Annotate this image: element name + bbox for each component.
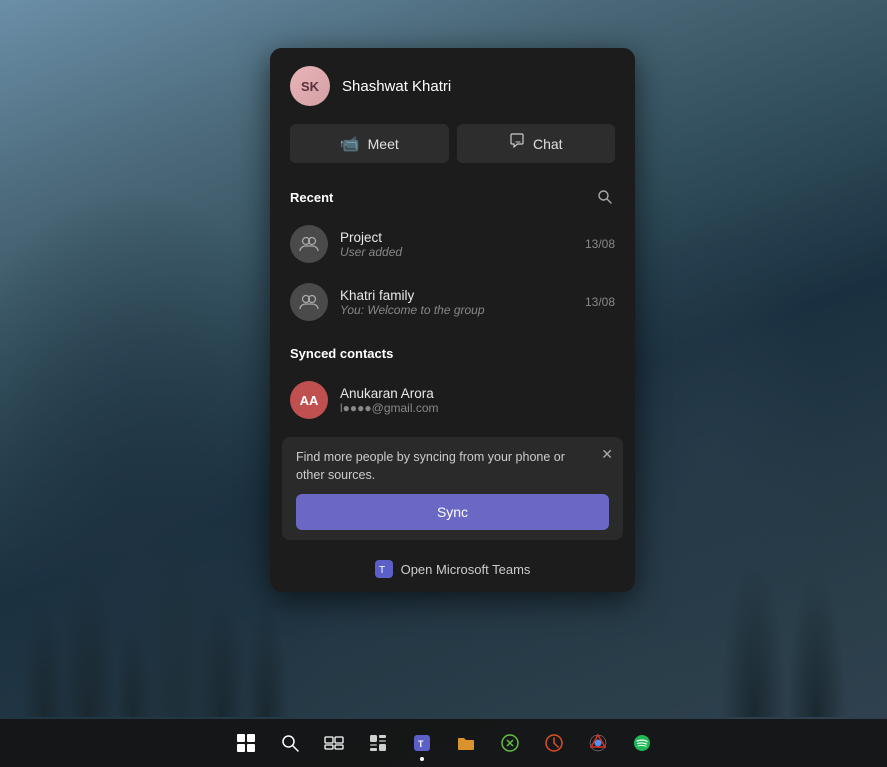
svg-text:T: T xyxy=(379,565,385,576)
user-avatar: SK xyxy=(290,66,330,106)
sync-button[interactable]: Sync xyxy=(296,494,609,530)
chat-icon xyxy=(509,133,525,154)
notif-close-button[interactable]: ✕ xyxy=(601,447,613,461)
taskbar-spotify[interactable] xyxy=(622,723,662,763)
notif-text: Find more people by syncing from your ph… xyxy=(296,449,609,484)
conversation-project[interactable]: Project User added 13/08 xyxy=(270,215,635,273)
open-teams-footer[interactable]: T Open Microsoft Teams xyxy=(270,546,635,592)
project-name: Project xyxy=(340,230,573,245)
anukaran-info: Anukaran Arora l●●●●@gmail.com xyxy=(340,386,615,415)
taskbar-chrome[interactable] xyxy=(578,723,618,763)
taskbar-teams[interactable]: T xyxy=(402,723,442,763)
khatri-family-info: Khatri family You: Welcome to the group xyxy=(340,288,573,317)
khatri-family-name: Khatri family xyxy=(340,288,573,303)
user-name: Shashwat Khatri xyxy=(342,78,451,95)
svg-text:T: T xyxy=(418,739,424,749)
taskbar-task-manager[interactable] xyxy=(534,723,574,763)
anukaran-avatar: AA xyxy=(290,381,328,419)
contact-anukaran[interactable]: AA Anukaran Arora l●●●●@gmail.com xyxy=(270,371,635,429)
recent-label: Recent xyxy=(290,190,333,205)
open-teams-label: Open Microsoft Teams xyxy=(401,562,531,577)
khatri-family-preview: You: Welcome to the group xyxy=(340,303,573,317)
anukaran-email: l●●●●@gmail.com xyxy=(340,401,615,415)
taskbar-file-explorer[interactable] xyxy=(446,723,486,763)
taskbar-windows-start[interactable] xyxy=(226,723,266,763)
search-recent-button[interactable] xyxy=(595,187,615,207)
khatri-family-time: 13/08 xyxy=(585,295,615,309)
teams-popup-panel: SK Shashwat Khatri 📹 Meet Chat Recent xyxy=(270,48,635,592)
synced-contacts-header: Synced contacts xyxy=(270,331,635,371)
taskbar-task-view[interactable] xyxy=(314,723,354,763)
teams-icon: T xyxy=(375,560,393,578)
action-buttons-row: 📹 Meet Chat xyxy=(270,120,635,179)
khatri-family-avatar xyxy=(290,283,328,321)
video-icon: 📹 xyxy=(340,134,360,154)
recent-section-header: Recent xyxy=(270,179,635,215)
meet-button[interactable]: 📹 Meet xyxy=(290,124,449,163)
taskbar-widgets[interactable] xyxy=(358,723,398,763)
notification-bar: ✕ Find more people by syncing from your … xyxy=(282,437,623,540)
taskbar-xbox[interactable] xyxy=(490,723,530,763)
project-info: Project User added xyxy=(340,230,573,259)
taskbar-search[interactable] xyxy=(270,723,310,763)
chat-button[interactable]: Chat xyxy=(457,124,616,163)
project-time: 13/08 xyxy=(585,237,615,251)
project-avatar xyxy=(290,225,328,263)
conversation-khatri-family[interactable]: Khatri family You: Welcome to the group … xyxy=(270,273,635,331)
taskbar: T xyxy=(0,719,887,767)
synced-contacts-label: Synced contacts xyxy=(290,346,393,361)
project-preview: User added xyxy=(340,245,573,259)
anukaran-name: Anukaran Arora xyxy=(340,386,615,401)
panel-header: SK Shashwat Khatri xyxy=(270,48,635,120)
